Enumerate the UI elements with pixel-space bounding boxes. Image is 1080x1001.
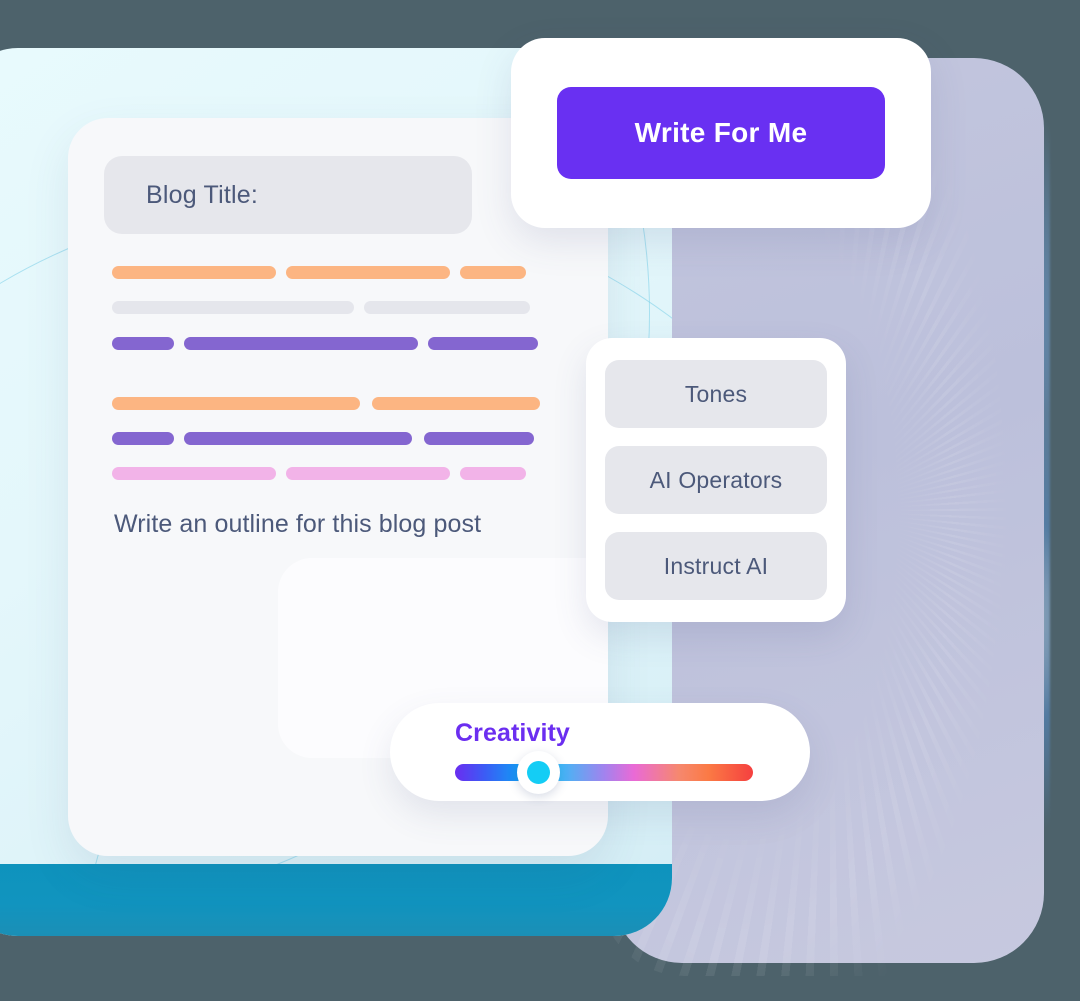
- content-bar: [112, 266, 276, 279]
- content-line-row: [112, 467, 582, 480]
- option-instruct-ai[interactable]: Instruct AI: [605, 532, 827, 600]
- content-bar: [286, 467, 450, 480]
- creativity-card: Creativity: [390, 703, 810, 801]
- blog-title-label: Blog Title:: [146, 180, 258, 209]
- option-tones-label: Tones: [684, 380, 748, 407]
- creativity-slider[interactable]: [455, 751, 753, 794]
- content-bar: [112, 467, 276, 480]
- creativity-slider-thumb[interactable]: [517, 751, 560, 794]
- content-bar: [112, 301, 354, 314]
- content-bar: [286, 266, 450, 279]
- creativity-slider-track[interactable]: [455, 764, 753, 781]
- content-bar: [372, 397, 540, 410]
- content-line-row: [112, 337, 582, 350]
- option-tones[interactable]: Tones: [605, 360, 827, 428]
- content-bar: [428, 337, 538, 350]
- content-bar: [184, 337, 418, 350]
- content-line-row: [112, 301, 582, 314]
- content-bar: [112, 397, 360, 410]
- option-instruct-ai-label: Instruct AI: [663, 552, 769, 579]
- option-ai-operators-label: AI Operators: [649, 466, 783, 493]
- creativity-label: Creativity: [455, 719, 570, 747]
- teal-bottom-band: [0, 864, 672, 936]
- content-bar: [112, 337, 174, 350]
- content-bar: [112, 432, 174, 445]
- content-line-row: [112, 397, 582, 410]
- content-bar: [424, 432, 534, 445]
- content-bar: [364, 301, 530, 314]
- write-for-me-button[interactable]: Write For Me: [557, 87, 885, 179]
- content-bar: [460, 467, 526, 480]
- write-for-me-card: Write For Me: [511, 38, 931, 228]
- screenshot-stage: Blog Title: Write an outline for this bl…: [0, 0, 1080, 1001]
- prompt-text: Write an outline for this blog post: [114, 510, 482, 538]
- content-line-row: [112, 266, 582, 279]
- ai-options-card: Tones AI Operators Instruct AI: [586, 338, 846, 622]
- content-bar: [460, 266, 526, 279]
- option-ai-operators[interactable]: AI Operators: [605, 446, 827, 514]
- content-line-row: [112, 432, 582, 445]
- blog-title-field[interactable]: Blog Title:: [104, 156, 472, 234]
- document-content-lines: [112, 266, 582, 480]
- creativity-slider-thumb-dot: [527, 761, 550, 784]
- content-bar: [184, 432, 412, 445]
